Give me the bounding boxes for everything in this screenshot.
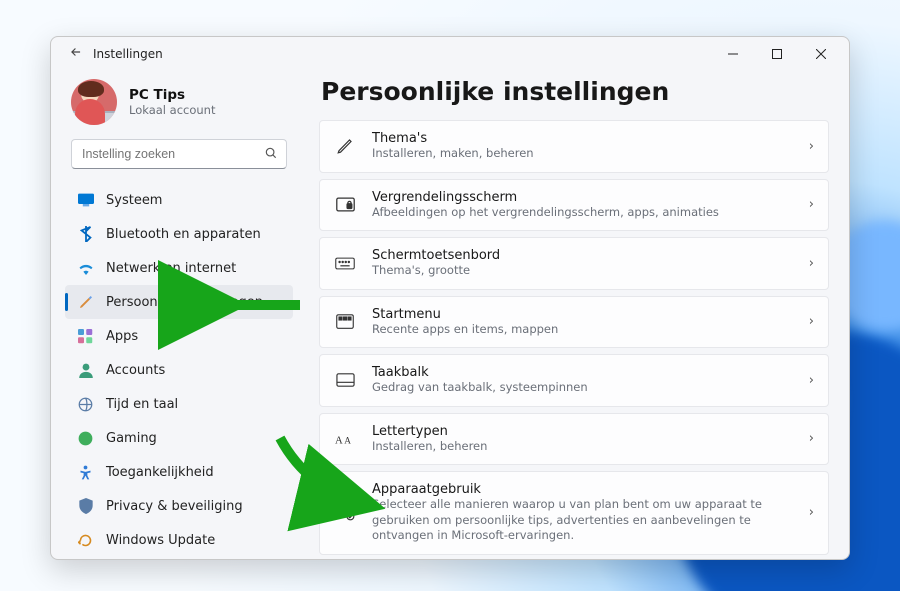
maximize-button[interactable] <box>755 37 799 71</box>
card-sub: Afbeeldingen op het vergrendelingsscherm… <box>372 205 793 221</box>
lockscreen-icon <box>334 197 356 212</box>
accessibility-icon <box>77 464 94 481</box>
paintbrush-icon <box>77 294 94 311</box>
chevron-right-icon: › <box>809 373 814 388</box>
sidebar-item-label: Privacy & beveiliging <box>106 499 243 514</box>
settings-list: Thema'sInstalleren, maken, beheren › Ver… <box>319 120 829 555</box>
window-controls <box>711 37 843 71</box>
sidebar-item-network[interactable]: Netwerk en internet <box>65 251 293 285</box>
card-sub: Selecteer alle manieren waarop u van pla… <box>372 497 793 544</box>
sidebar-nav: Systeem Bluetooth en apparaten Netwerk e… <box>65 179 293 557</box>
chevron-right-icon: › <box>809 256 814 271</box>
card-sub: Gedrag van taakbalk, systeempinnen <box>372 380 793 396</box>
clock-globe-icon <box>77 396 94 413</box>
card-start[interactable]: StartmenuRecente apps en items, mappen › <box>319 296 829 349</box>
sidebar-item-windows-update[interactable]: Windows Update <box>65 523 293 557</box>
card-title: Lettertypen <box>372 424 793 439</box>
profile-block[interactable]: PC Tips Lokaal account <box>65 71 293 139</box>
sidebar-item-personalization[interactable]: Persoonlijke instellingen <box>65 285 293 319</box>
sidebar-item-label: Persoonlijke instellingen <box>106 295 263 310</box>
sidebar-item-label: Tijd en taal <box>106 397 178 412</box>
person-icon <box>77 362 94 379</box>
sidebar-item-bluetooth[interactable]: Bluetooth en apparaten <box>65 217 293 251</box>
card-sub: Recente apps en items, mappen <box>372 322 793 338</box>
svg-text:A: A <box>335 434 343 446</box>
card-sub: Installeren, maken, beheren <box>372 146 793 162</box>
sidebar-item-time-language[interactable]: Tijd en taal <box>65 387 293 421</box>
sidebar-item-label: Apps <box>106 329 138 344</box>
card-fonts[interactable]: AA LettertypenInstalleren, beheren › <box>319 413 829 466</box>
sidebar-item-privacy[interactable]: Privacy & beveiliging <box>65 489 293 523</box>
avatar <box>71 79 117 125</box>
sidebar-item-gaming[interactable]: Gaming <box>65 421 293 455</box>
sidebar-item-label: Accounts <box>106 363 165 378</box>
sidebar-item-label: Windows Update <box>106 533 215 548</box>
wifi-icon <box>77 260 94 277</box>
device-usage-icon <box>334 504 356 521</box>
system-icon <box>77 192 94 209</box>
start-icon <box>334 314 356 329</box>
close-button[interactable] <box>799 37 843 71</box>
fonts-icon: AA <box>334 431 356 447</box>
keyboard-icon <box>334 257 356 270</box>
pen-icon <box>334 137 356 155</box>
search-box[interactable] <box>71 139 287 169</box>
back-button[interactable] <box>65 45 87 63</box>
card-title: Schermtoetsenbord <box>372 248 793 263</box>
chevron-right-icon: › <box>809 505 814 520</box>
windows-update-icon <box>77 532 94 549</box>
card-themes[interactable]: Thema'sInstalleren, maken, beheren › <box>319 120 829 173</box>
chevron-right-icon: › <box>809 139 814 154</box>
card-touch-keyboard[interactable]: SchermtoetsenbordThema's, grootte › <box>319 237 829 290</box>
search-icon <box>264 145 278 164</box>
sidebar-item-label: Systeem <box>106 193 162 208</box>
sidebar: PC Tips Lokaal account Systeem Bluetooth… <box>65 71 301 559</box>
xbox-icon <box>77 430 94 447</box>
sidebar-item-apps[interactable]: Apps <box>65 319 293 353</box>
card-lockscreen[interactable]: VergrendelingsschermAfbeeldingen op het … <box>319 179 829 232</box>
profile-account-type: Lokaal account <box>129 103 215 117</box>
bluetooth-icon <box>77 226 94 243</box>
chevron-right-icon: › <box>809 431 814 446</box>
svg-text:A: A <box>344 436 351 446</box>
search-input[interactable] <box>82 147 264 161</box>
sidebar-item-label: Netwerk en internet <box>106 261 236 276</box>
main-content: Persoonlijke instellingen Thema'sInstall… <box>301 71 849 559</box>
chevron-right-icon: › <box>809 314 814 329</box>
shield-icon <box>77 498 94 515</box>
card-device-usage[interactable]: ApparaatgebruikSelecteer alle manieren w… <box>319 471 829 555</box>
apps-icon <box>77 328 94 345</box>
card-sub: Installeren, beheren <box>372 439 793 455</box>
settings-window: Instellingen PC Tips Lokaal account <box>50 36 850 560</box>
card-title: Taakbalk <box>372 365 793 380</box>
taskbar-icon <box>334 373 356 387</box>
sidebar-item-label: Gaming <box>106 431 157 446</box>
titlebar: Instellingen <box>51 37 849 71</box>
profile-name: PC Tips <box>129 87 215 103</box>
page-title: Persoonlijke instellingen <box>319 71 829 120</box>
card-title: Vergrendelingsscherm <box>372 190 793 205</box>
chevron-right-icon: › <box>809 197 814 212</box>
card-title: Startmenu <box>372 307 793 322</box>
app-title: Instellingen <box>93 47 163 61</box>
card-title: Thema's <box>372 131 793 146</box>
sidebar-item-system[interactable]: Systeem <box>65 183 293 217</box>
sidebar-item-label: Toegankelijkheid <box>106 465 214 480</box>
sidebar-item-label: Bluetooth en apparaten <box>106 227 261 242</box>
minimize-button[interactable] <box>711 37 755 71</box>
sidebar-item-accessibility[interactable]: Toegankelijkheid <box>65 455 293 489</box>
card-title: Apparaatgebruik <box>372 482 793 497</box>
card-sub: Thema's, grootte <box>372 263 793 279</box>
sidebar-item-accounts[interactable]: Accounts <box>65 353 293 387</box>
card-taskbar[interactable]: TaakbalkGedrag van taakbalk, systeempinn… <box>319 354 829 407</box>
